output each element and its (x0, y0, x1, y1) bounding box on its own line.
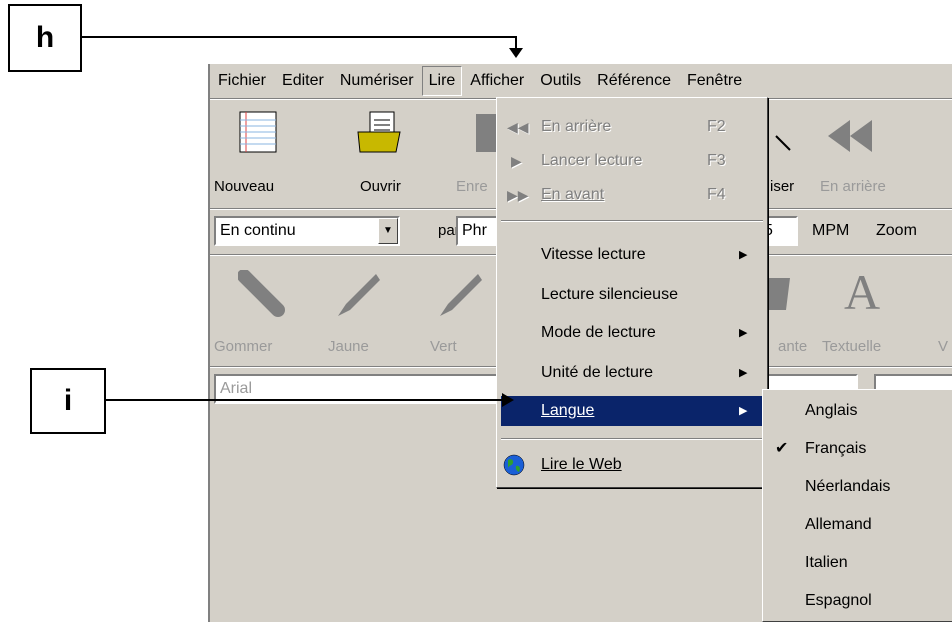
menu-lire[interactable]: Lire (421, 66, 463, 96)
globe-icon (503, 454, 525, 476)
surlignante-label[interactable]: ante (778, 338, 807, 355)
text-icon[interactable]: A (844, 266, 884, 318)
fast-forward-icon: ▶▶ (507, 187, 529, 203)
en-arriere-shortcut: F2 (707, 118, 726, 135)
lire-web-text: Lire le Web (541, 456, 622, 473)
gommer-label[interactable]: Gommer (214, 338, 272, 355)
reading-mode-value: En continu (220, 222, 296, 239)
open-folder-icon[interactable] (356, 110, 406, 154)
highlighter-icon[interactable] (766, 274, 796, 314)
rewind-icon: ◀◀ (507, 119, 529, 135)
notepad-icon[interactable] (236, 110, 280, 154)
en-arriere-label[interactable]: En arrière (820, 178, 886, 195)
en-avant-shortcut: F4 (707, 186, 726, 203)
rewind-icon[interactable] (824, 116, 874, 156)
menu-item-lancer-lecture: ▶ Lancer lecture F3 (497, 146, 769, 176)
menu-item-unite-de-lecture[interactable]: Unité de lecture ▶ (497, 358, 767, 388)
language-francais[interactable]: ✔ Français (763, 434, 951, 464)
langue-text: Langue (541, 402, 595, 419)
ouvrir-label[interactable]: Ouvrir (360, 178, 401, 195)
language-neerlandais[interactable]: Néerlandais (763, 472, 951, 502)
menu-fichier[interactable]: Fichier (210, 66, 274, 96)
reading-unit-value: Phr (462, 222, 487, 239)
lire-menu: ◀◀ En arrière F2 ▶ Lancer lecture F3 ▶▶ … (496, 97, 768, 488)
language-francais-text: Français (805, 440, 867, 457)
en-avant-text: En avant (541, 186, 605, 203)
check-icon: ✔ (775, 440, 789, 457)
callout-i-arrowhead (502, 393, 514, 407)
nouveau-label[interactable]: Nouveau (214, 178, 274, 195)
menu-fenetre[interactable]: Fenêtre (679, 66, 750, 96)
chevron-down-icon[interactable]: ▼ (378, 218, 398, 244)
callout-i: i (30, 368, 106, 434)
numeriser-label[interactable]: iser (770, 178, 794, 195)
callout-i-line (106, 399, 504, 401)
yellow-highlighter-icon[interactable] (332, 270, 382, 320)
menu-editer[interactable]: Editer (274, 66, 332, 96)
menu-item-lire-le-web[interactable]: Lire le Web (497, 450, 767, 480)
callout-h: h (8, 4, 82, 72)
enregistrer-label[interactable]: Enre (456, 178, 488, 195)
language-espagnol-text: Espagnol (805, 592, 872, 609)
menu-item-en-avant: ▶▶ En avant F4 (497, 180, 769, 210)
langue-submenu: Anglais ✔ Français Néerlandais Allemand … (762, 389, 952, 622)
eraser-icon[interactable] (237, 269, 288, 320)
green-highlighter-icon[interactable] (434, 270, 484, 320)
menu-item-vitesse-lecture[interactable]: Vitesse lecture ▶ (497, 240, 767, 270)
menu-item-mode-de-lecture[interactable]: Mode de lecture ▶ (497, 318, 767, 348)
language-allemand[interactable]: Allemand (763, 510, 951, 540)
mpm-label: MPM (812, 222, 850, 239)
submenu-arrow-icon: ▶ (739, 405, 748, 417)
lancer-text: Lancer lecture (541, 152, 643, 169)
menu-item-en-arriere: ◀◀ En arrière F2 (497, 112, 769, 142)
textuelle-label[interactable]: Textuelle (822, 338, 881, 355)
menu-afficher[interactable]: Afficher (462, 66, 532, 96)
menu-numeriser[interactable]: Numériser (332, 66, 422, 96)
vitesse-text: Vitesse lecture (541, 246, 646, 263)
language-neerlandais-text: Néerlandais (805, 478, 891, 495)
en-arriere-text: En arrière (541, 118, 612, 135)
jaune-label[interactable]: Jaune (328, 338, 369, 355)
mode-text: Mode de lecture (541, 324, 656, 341)
more-label[interactable]: V (938, 338, 948, 355)
play-icon: ▶ (511, 153, 522, 169)
menu-bar: Fichier Editer Numériser Lire Afficher O… (210, 64, 952, 98)
callout-i-label: i (63, 384, 73, 417)
language-anglais[interactable]: Anglais (763, 396, 951, 426)
menu-outils[interactable]: Outils (532, 66, 589, 96)
language-espagnol[interactable]: Espagnol (763, 586, 951, 616)
submenu-arrow-icon: ▶ (739, 249, 748, 261)
font-value: Arial (220, 380, 253, 397)
menu-item-langue[interactable]: Langue ▶ (501, 396, 765, 426)
unite-text: Unité de lecture (541, 364, 654, 381)
callout-h-label: h (35, 21, 55, 54)
language-italien-text: Italien (805, 554, 848, 571)
zoom-label: Zoom (876, 222, 917, 239)
language-anglais-text: Anglais (805, 402, 858, 419)
reading-mode-combo[interactable]: En continu ▼ (214, 216, 400, 246)
scan-icon[interactable] (774, 132, 796, 154)
silencieuse-text: Lecture silencieuse (541, 286, 678, 303)
menu-item-lecture-silencieuse[interactable]: Lecture silencieuse (497, 280, 767, 310)
submenu-arrow-icon: ▶ (739, 367, 748, 379)
lancer-shortcut: F3 (707, 152, 726, 169)
callout-h-arrowhead (509, 48, 523, 58)
language-italien[interactable]: Italien (763, 548, 951, 578)
menu-separator (501, 438, 763, 440)
callout-h-line (82, 36, 516, 38)
menu-separator (501, 220, 763, 222)
vert-label[interactable]: Vert (430, 338, 457, 355)
language-allemand-text: Allemand (805, 516, 872, 533)
submenu-arrow-icon: ▶ (739, 327, 748, 339)
menu-reference[interactable]: Référence (589, 66, 679, 96)
